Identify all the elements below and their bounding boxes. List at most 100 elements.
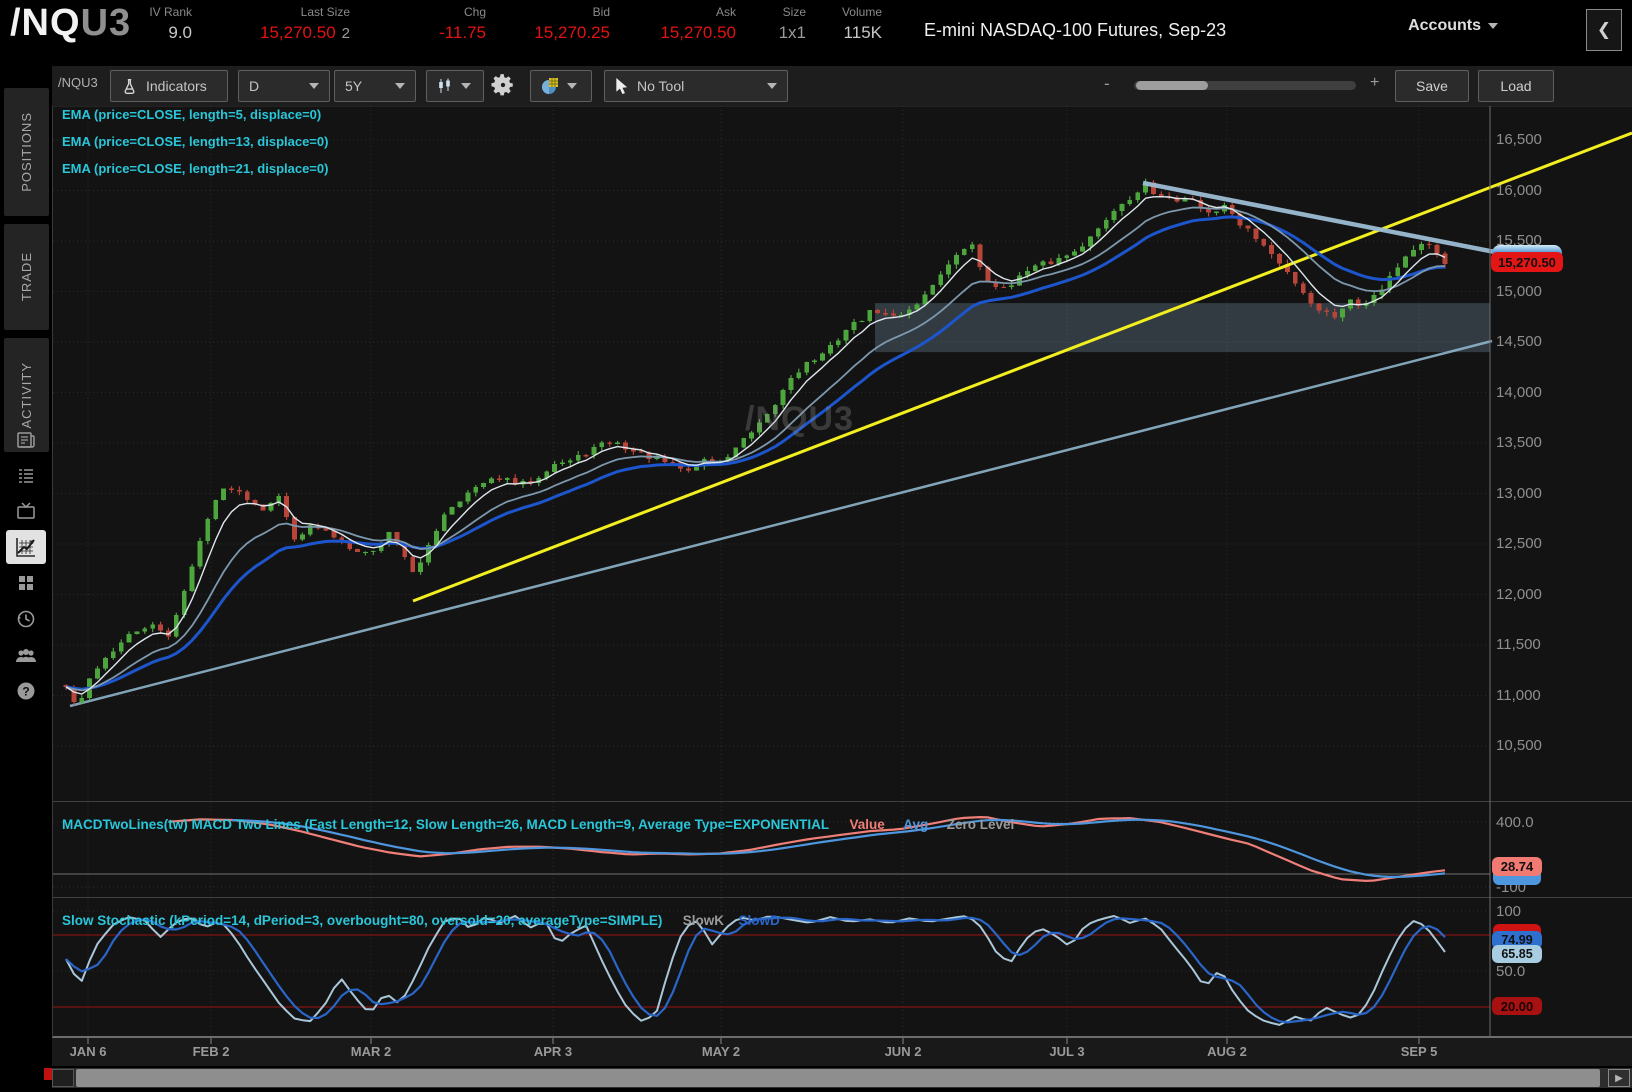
chart-watermark: /NQU3	[745, 400, 854, 439]
quote-field-last-size: Last Size15,270.502	[260, 5, 350, 43]
scrollbar-thumb[interactable]	[76, 1069, 1600, 1087]
time-axis-label: APR 3	[534, 1044, 572, 1059]
time-axis-label: MAY 2	[702, 1044, 740, 1059]
stoch-study-title: Slow Stochastic (kPeriod=14, dPeriod=3, …	[62, 913, 662, 928]
time-axis-label: AUG 2	[1207, 1044, 1247, 1059]
news-icon	[15, 429, 37, 451]
zoom-out-button[interactable]: -	[1104, 74, 1110, 94]
chart-type-dropdown[interactable]	[426, 70, 484, 102]
indicators-button[interactable]: Indicators	[110, 70, 228, 102]
scrollbar-left-button[interactable]	[52, 1069, 74, 1087]
layout-grid-icon	[541, 77, 559, 95]
chevron-down-icon	[1488, 23, 1498, 29]
time-axis-label: MAR 2	[351, 1044, 391, 1059]
price-axis-label: 14,500	[1496, 333, 1542, 350]
sidebar-tab-label: POSITIONS	[19, 112, 34, 192]
scrollbar-right-button[interactable]: ▶	[1608, 1069, 1630, 1087]
settings-gear-button[interactable]	[490, 72, 516, 103]
accounts-dropdown[interactable]: Accounts	[1408, 17, 1498, 35]
candle-bodies	[64, 182, 1448, 702]
price-axis-label: 12,500	[1496, 535, 1542, 552]
candlestick-chart-icon	[437, 78, 453, 94]
last-price-badge: 15,270.50	[1491, 252, 1563, 272]
sidebar-tv-button[interactable]	[0, 494, 52, 528]
field-value: -11.75	[439, 23, 486, 43]
drawing-tool-dropdown[interactable]: No Tool	[604, 70, 788, 102]
accounts-label: Accounts	[1408, 17, 1481, 35]
chevron-down-icon	[395, 83, 405, 89]
quote-bar: /NQU3 IV Rank9.0 Last Size15,270.502 Chg -1…	[0, 0, 1632, 60]
sidebar-history-button[interactable]	[0, 602, 52, 636]
symbol-title: /NQU3	[10, 2, 131, 45]
save-button[interactable]: Save	[1395, 70, 1469, 102]
price-axis-label: 13,500	[1496, 434, 1542, 451]
collapse-panel-button[interactable]: ❮	[1586, 9, 1622, 51]
left-sidebar: POSITIONSTRADEACTIVITY?	[0, 60, 52, 1092]
sidebar-news-button[interactable]	[0, 423, 52, 457]
quote-field-chg: Chg -11.75	[439, 5, 486, 43]
macd-legend-avg: Avg	[903, 817, 928, 832]
stoch-oversold-badge: 20.00	[1492, 997, 1542, 1015]
tool-label: No Tool	[637, 78, 684, 94]
sidebar-tab-positions[interactable]: POSITIONS	[4, 88, 49, 216]
quote-field-bid: Bid15,270.25	[534, 5, 610, 43]
range-value: 5Y	[345, 78, 362, 94]
load-label: Load	[1500, 78, 1531, 94]
flask-icon	[121, 78, 138, 95]
quote-field-volume: Volume115K	[842, 5, 882, 43]
symbol-input[interactable]: /NQU3	[58, 75, 104, 90]
time-axis-label: JUL 3	[1049, 1044, 1084, 1059]
zoom-in-button[interactable]: +	[1370, 74, 1379, 92]
load-button[interactable]: Load	[1478, 70, 1554, 102]
zoom-slider[interactable]	[1134, 81, 1356, 90]
chevron-down-icon	[767, 83, 777, 89]
timeframe-dropdown[interactable]: D	[238, 70, 330, 102]
time-axis-label: JAN 6	[70, 1044, 107, 1059]
supply-zone	[875, 303, 1490, 352]
help-icon: ?	[15, 680, 37, 702]
history-icon	[15, 608, 37, 630]
symbol-root: /NQ	[10, 2, 81, 44]
price-axis-label: 16,500	[1496, 131, 1542, 148]
field-label: Last Size	[260, 5, 350, 19]
symbol-description: E-mini NASDAQ-100 Futures, Sep-23	[924, 20, 1226, 41]
sidebar-charts-button[interactable]	[6, 530, 46, 564]
sidebar-tab-label: TRADE	[19, 252, 34, 301]
macd-legend-value: Value	[850, 817, 885, 832]
macd-value-badge: 28.74	[1492, 857, 1542, 876]
sidebar-help-button[interactable]: ?	[0, 674, 52, 708]
stoch-study-label: Slow Stochastic (kPeriod=14, dPeriod=3, …	[62, 912, 780, 930]
field-label: Volume	[842, 5, 882, 19]
field-label: Ask	[660, 5, 736, 19]
field-value: 15,270.50	[660, 23, 736, 43]
sidebar-watchlist-button[interactable]	[0, 459, 52, 493]
cursor-icon	[615, 78, 629, 95]
charts-icon	[14, 535, 38, 559]
sidebar-tab-trade[interactable]: TRADE	[4, 224, 49, 330]
stoch-axis-top: 100	[1496, 903, 1521, 920]
chevron-down-icon	[461, 83, 471, 89]
zoom-slider-handle[interactable]	[1136, 81, 1208, 90]
range-dropdown[interactable]: 5Y	[334, 70, 416, 102]
sidebar-apps-grid-button[interactable]	[0, 566, 52, 600]
sidebar-community-button[interactable]	[0, 638, 52, 672]
stoch-legend-k: SlowK	[683, 913, 724, 928]
field-label: Chg	[439, 5, 486, 19]
stochastic-series	[66, 916, 1445, 1025]
gear-icon	[490, 72, 516, 98]
ema13-line	[66, 208, 1445, 691]
app-window: /NQU3 IV Rank9.0Last Size15,270.502Chg-1…	[0, 0, 1632, 1092]
time-axis-label: JUN 2	[885, 1044, 922, 1059]
macd-legend-zero: Zero Level	[947, 817, 1015, 832]
watchlist-icon	[15, 465, 37, 487]
support-trendline	[70, 341, 1492, 706]
yellow-trendline	[413, 133, 1632, 601]
ema-study-label-2: EMA (price=CLOSE, length=21, displace=0)	[62, 161, 328, 176]
quote-field-iv-rank: IV Rank9.0	[149, 5, 192, 43]
horizontal-scrollbar[interactable]: ▶	[52, 1068, 1632, 1088]
apps-grid-icon	[15, 572, 37, 594]
timeframe-value: D	[249, 78, 259, 94]
indicators-label: Indicators	[146, 78, 207, 94]
chart-toolbar: /NQU3 Indicators D 5Y No Tool - + Save L…	[52, 66, 1632, 106]
chart-layout-dropdown[interactable]	[530, 70, 592, 102]
